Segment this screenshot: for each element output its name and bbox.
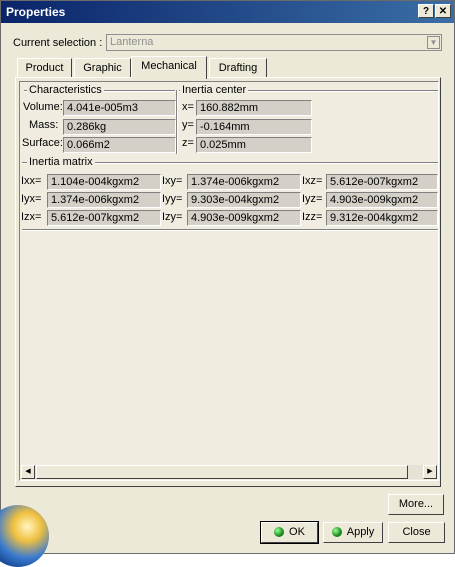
ok-label: OK xyxy=(289,526,305,538)
scrollbar-thumb[interactable] xyxy=(36,465,408,479)
characteristics-title: Characteristics xyxy=(27,84,104,96)
mass-label: Mass: xyxy=(29,119,59,131)
izy-label: Izy= xyxy=(162,211,183,223)
ixx-label: Ixx= xyxy=(21,175,42,187)
mechanical-content: Characteristics Volume: 4.041e-005m3 Mas… xyxy=(19,81,439,481)
center-y-field[interactable]: -0.164mm xyxy=(196,119,312,135)
surface-field[interactable]: 0.066m2 xyxy=(63,137,176,153)
center-y-label: y= xyxy=(182,119,194,131)
scroll-right-arrow-icon[interactable]: ▶ xyxy=(423,465,437,479)
inertia-matrix-title: Inertia matrix xyxy=(27,156,95,168)
globe-logo-icon xyxy=(0,505,49,567)
characteristics-frame-right xyxy=(176,90,178,154)
horizontal-scrollbar[interactable]: ◀ ▶ xyxy=(21,465,437,479)
ixz-label: Ixz= xyxy=(302,175,323,187)
close-window-button[interactable]: ✕ xyxy=(435,4,451,18)
tab-graphic[interactable]: Graphic xyxy=(74,58,131,78)
iyy-field[interactable]: 9.303e-004kgxm2 xyxy=(187,192,301,208)
tab-product[interactable]: Product xyxy=(17,58,72,78)
ixx-field[interactable]: 1.104e-004kgxm2 xyxy=(47,174,161,190)
inertia-matrix-frame-bottom xyxy=(22,229,438,231)
volume-field[interactable]: 4.041e-005m3 xyxy=(63,100,176,116)
current-selection-combo[interactable]: Lanterna ▼ xyxy=(106,34,442,51)
izx-field[interactable]: 5.612e-007kgxm2 xyxy=(47,210,161,226)
tab-drafting[interactable]: Drafting xyxy=(209,58,267,78)
iyx-label: Iyx= xyxy=(21,193,42,205)
window-title: Properties xyxy=(6,5,66,19)
close-button[interactable]: Close xyxy=(388,522,445,543)
volume-label: Volume: xyxy=(23,101,63,113)
title-bar[interactable]: Properties ? ✕ xyxy=(1,1,454,23)
green-ball-icon xyxy=(331,527,342,538)
izx-label: Izx= xyxy=(21,211,42,223)
ok-button[interactable]: OK xyxy=(260,521,319,544)
dropdown-arrow-icon[interactable]: ▼ xyxy=(427,36,440,49)
iyy-label: Iyy= xyxy=(162,193,183,205)
surface-label: Surface: xyxy=(22,137,63,149)
tab-mechanical[interactable]: Mechanical xyxy=(131,56,207,79)
iyz-field[interactable]: 4.903e-009kgxm2 xyxy=(326,192,438,208)
current-selection-label: Current selection : xyxy=(13,37,103,49)
center-z-field[interactable]: 0.025mm xyxy=(196,137,312,153)
ixz-field[interactable]: 5.612e-007kgxm2 xyxy=(326,174,438,190)
scroll-left-arrow-icon[interactable]: ◀ xyxy=(21,465,35,479)
izz-label: Izz= xyxy=(302,211,323,223)
mass-field[interactable]: 0.286kg xyxy=(63,119,176,135)
apply-button[interactable]: Apply xyxy=(323,522,383,543)
center-x-label: x= xyxy=(182,101,194,113)
inertia-center-title: Inertia center xyxy=(180,84,249,96)
apply-label: Apply xyxy=(346,526,375,538)
iyz-label: Iyz= xyxy=(302,193,323,205)
properties-dialog: Properties ? ✕ Current selection : Lante… xyxy=(0,0,455,567)
ixy-field[interactable]: 1.374e-006kgxm2 xyxy=(187,174,301,190)
izy-field[interactable]: 4.903e-009kgxm2 xyxy=(187,210,301,226)
center-x-field[interactable]: 160.882mm xyxy=(196,100,312,116)
iyx-field[interactable]: 1.374e-006kgxm2 xyxy=(47,192,161,208)
more-button[interactable]: More... xyxy=(388,494,444,515)
center-z-label: z= xyxy=(182,137,194,149)
green-ball-icon xyxy=(274,527,285,538)
current-selection-value: Lanterna xyxy=(110,36,154,48)
ixy-label: Ixy= xyxy=(162,175,183,187)
izz-field[interactable]: 9.312e-004kgxm2 xyxy=(326,210,438,226)
help-button[interactable]: ? xyxy=(418,4,434,18)
